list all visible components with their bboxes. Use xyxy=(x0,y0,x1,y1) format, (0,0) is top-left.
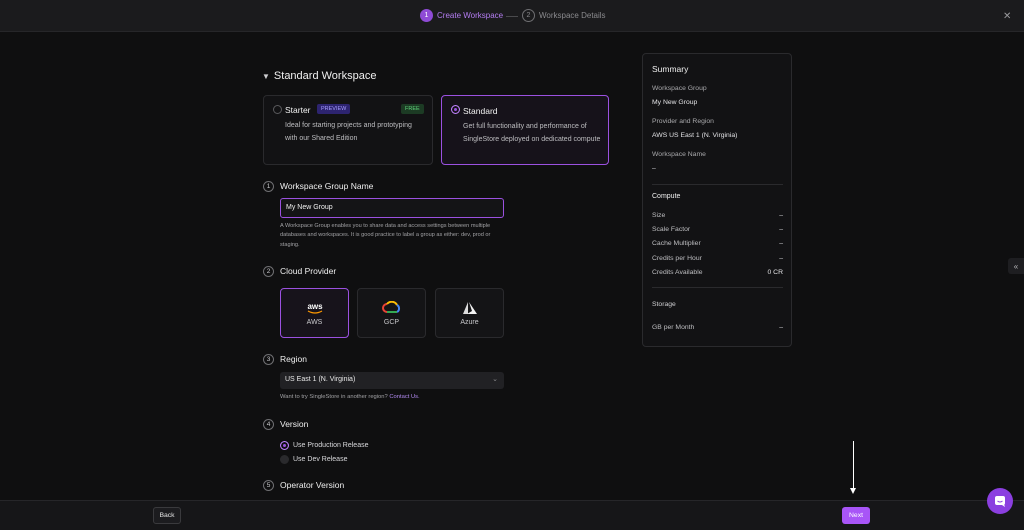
edition-card-starter[interactable]: Starter PREVIEW FREE Ideal for starting … xyxy=(263,95,433,165)
close-icon[interactable]: ✕ xyxy=(1003,11,1011,22)
collapse-panel-icon[interactable]: « xyxy=(1008,258,1024,274)
edition-card-standard[interactable]: Standard Get full functionality and perf… xyxy=(441,95,609,165)
dev-radio[interactable] xyxy=(280,455,289,464)
operator-version-title: Operator Version xyxy=(280,480,345,490)
group-name-help: A Workspace Group enables you to share d… xyxy=(280,223,491,248)
region-note: Want to try SingleStore in another regio… xyxy=(280,394,420,400)
standard-description: Get full functionality and performance o… xyxy=(463,123,601,143)
summary-provider-label: Provider and Region xyxy=(652,118,714,125)
top-bar: 1 Create Workspace 2 Workspace Details ✕ xyxy=(0,0,1024,32)
summary-provider-value: AWS US East 1 (N. Virginia) xyxy=(652,132,738,139)
row-label: GB per Month xyxy=(652,324,695,331)
summary-wsname-value: – xyxy=(652,165,656,172)
chat-icon xyxy=(995,496,1005,507)
starter-radio[interactable] xyxy=(273,105,282,114)
row-value: – xyxy=(779,324,783,331)
standard-radio[interactable] xyxy=(451,105,460,114)
annotation-arrow-head xyxy=(850,488,856,494)
section-number: 4 xyxy=(263,419,274,430)
starter-description: Ideal for starting projects and prototyp… xyxy=(285,122,412,142)
starter-title: Starter xyxy=(285,105,311,115)
summary-wsname-label: Workspace Name xyxy=(652,151,706,158)
gcp-icon xyxy=(381,300,400,313)
divider xyxy=(652,184,783,185)
row-value: – xyxy=(779,240,783,247)
provider-gcp[interactable]: GCP xyxy=(357,288,426,338)
chevron-down-icon: ⌄ xyxy=(492,376,498,383)
svg-text:aws: aws xyxy=(307,302,323,311)
step-number: 2 xyxy=(522,9,535,22)
step-label: Create Workspace xyxy=(437,11,504,20)
section-number: 5 xyxy=(263,480,274,491)
summary-row: Credits per Hour – xyxy=(652,255,783,262)
summary-row: Cache Multiplier – xyxy=(652,240,783,247)
free-badge: FREE xyxy=(401,104,424,114)
back-button[interactable]: Back xyxy=(153,507,181,524)
row-label: Credits Available xyxy=(652,269,703,276)
region-select[interactable]: US East 1 (N. Virginia) ⌄ xyxy=(280,372,504,389)
region-note-text: Want to try SingleStore in another regio… xyxy=(280,394,388,400)
summary-group-value: My New Group xyxy=(652,99,698,106)
summary-row: Credits Available 0 CR xyxy=(652,269,783,276)
chevron-down-icon: ▼ xyxy=(262,71,270,81)
step-create-workspace[interactable]: 1 Create Workspace xyxy=(420,9,503,22)
annotation-arrow xyxy=(853,441,854,489)
step-label: Workspace Details xyxy=(539,11,606,20)
row-label: Cache Multiplier xyxy=(652,240,701,247)
cloud-provider-title: Cloud Provider xyxy=(280,266,337,276)
row-value: 0 CR xyxy=(767,269,784,276)
row-value: – xyxy=(779,226,783,233)
next-button[interactable]: Next xyxy=(842,507,870,524)
summary-panel: Summary Workspace Group My New Group Pro… xyxy=(642,53,792,347)
option-label: Use Dev Release xyxy=(293,456,348,463)
section-number: 2 xyxy=(263,266,274,277)
divider xyxy=(652,287,783,288)
summary-compute-title: Compute xyxy=(652,193,681,200)
row-label: Scale Factor xyxy=(652,226,691,233)
provider-label: AWS xyxy=(306,318,323,326)
section-number: 1 xyxy=(263,181,274,192)
provider-label: Azure xyxy=(460,318,479,326)
standard-title: Standard xyxy=(463,106,498,116)
summary-group-label: Workspace Group xyxy=(652,85,707,92)
preview-badge: PREVIEW xyxy=(317,104,351,114)
provider-aws[interactable]: aws AWS xyxy=(280,288,349,338)
summary-row: Size – xyxy=(652,212,783,219)
step-workspace-details[interactable]: 2 Workspace Details xyxy=(522,9,606,22)
row-value: – xyxy=(779,212,783,219)
azure-icon xyxy=(462,301,477,314)
version-option-production[interactable]: Use Production Release xyxy=(280,441,369,450)
step-number: 1 xyxy=(420,9,433,22)
option-label: Use Production Release xyxy=(293,442,369,449)
section-toggle[interactable]: ▼ Standard Workspace xyxy=(262,70,376,82)
summary-storage-title: Storage xyxy=(652,301,676,308)
version-option-dev[interactable]: Use Dev Release xyxy=(280,455,347,464)
region-value: US East 1 (N. Virginia) xyxy=(285,376,356,383)
section-number: 3 xyxy=(263,354,274,365)
aws-icon: aws xyxy=(307,302,323,314)
version-title: Version xyxy=(280,419,309,429)
summary-row: Scale Factor – xyxy=(652,226,783,233)
row-label: Size xyxy=(652,212,666,219)
provider-azure[interactable]: Azure xyxy=(435,288,504,338)
row-label: Credits per Hour xyxy=(652,255,702,262)
chat-widget[interactable] xyxy=(987,488,1013,514)
step-connector xyxy=(506,16,518,17)
contact-us-link[interactable]: Contact Us. xyxy=(389,394,419,400)
group-name-title: Workspace Group Name xyxy=(280,181,374,191)
summary-title: Summary xyxy=(652,64,689,74)
summary-row: GB per Month – xyxy=(652,324,783,331)
row-value: – xyxy=(779,255,783,262)
page-title: Standard Workspace xyxy=(273,70,377,82)
region-title: Region xyxy=(280,354,307,364)
provider-label: GCP xyxy=(383,318,400,326)
group-name-input[interactable]: My New Group xyxy=(280,198,504,218)
production-radio[interactable] xyxy=(280,441,289,450)
